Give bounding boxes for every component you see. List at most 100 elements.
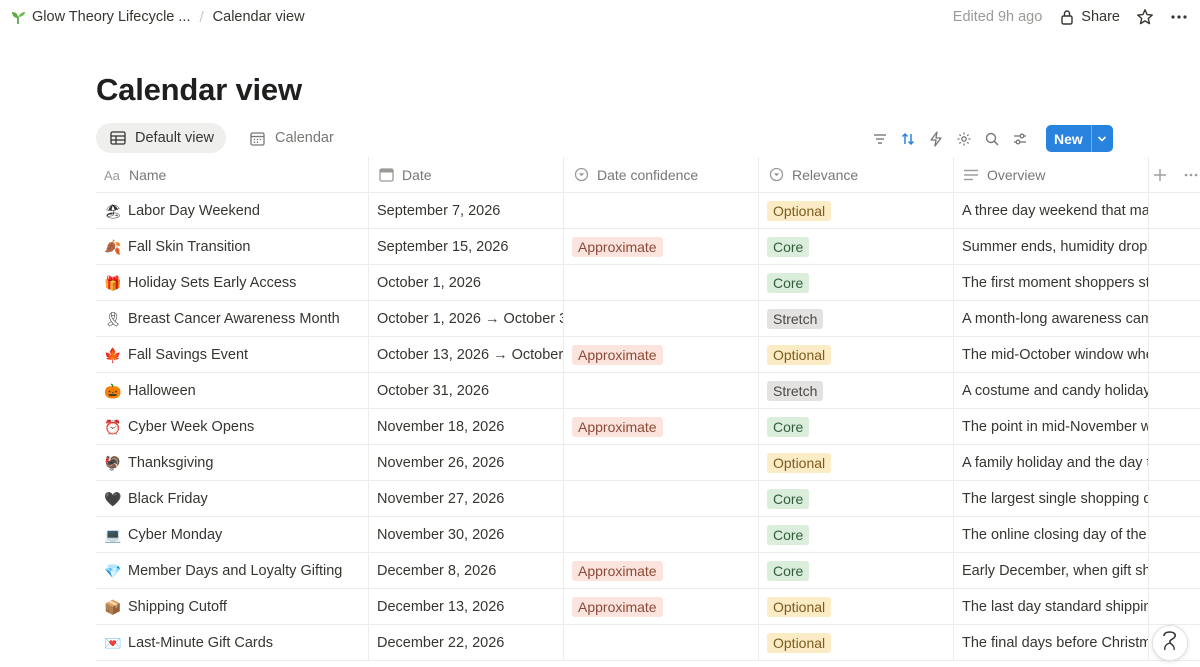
cell-date-confidence[interactable]: Approximate <box>564 409 759 444</box>
share-button[interactable]: Share <box>1058 8 1120 26</box>
table-row[interactable]: 🏖 Labor Day Weekend September 7, 2026 Optio… <box>96 193 1200 229</box>
table-row[interactable]: 🎁 Holiday Sets Early Access October 1, 202… <box>96 265 1200 301</box>
cell-name[interactable]: 🎃 Halloween <box>96 373 369 408</box>
cell-date-confidence[interactable] <box>564 481 759 516</box>
lightning-icon[interactable] <box>926 129 945 148</box>
cell-overview[interactable]: The final days before Christm <box>954 625 1149 660</box>
cell-date[interactable]: December 22, 2026 <box>369 625 564 660</box>
cell-date-confidence[interactable] <box>564 265 759 300</box>
table-row[interactable]: 🎃 Halloween October 31, 2026 Stretch A costu… <box>96 373 1200 409</box>
sort-icon[interactable] <box>898 129 917 148</box>
search-icon[interactable] <box>982 129 1001 148</box>
more-icon[interactable] <box>1183 166 1200 184</box>
cell-name[interactable]: 🦃 Thanksgiving <box>96 445 369 480</box>
table-row[interactable]: 💎 Member Days and Loyalty Gifting December… <box>96 553 1200 589</box>
filter-icon[interactable] <box>870 129 889 148</box>
cell-date-confidence[interactable] <box>564 517 759 552</box>
plus-icon[interactable] <box>1151 166 1169 184</box>
cell-relevance[interactable]: Core <box>759 229 954 264</box>
column-header-date-confidence[interactable]: Date confidence <box>564 157 759 192</box>
more-icon[interactable] <box>1170 8 1188 26</box>
cell-relevance[interactable]: Optional <box>759 445 954 480</box>
cell-date-confidence[interactable] <box>564 193 759 228</box>
cell-overview[interactable]: The last day standard shippin <box>954 589 1149 624</box>
cell-name[interactable]: ⏰ Cyber Week Opens <box>96 409 369 444</box>
cell-name[interactable]: 🏖 Labor Day Weekend <box>96 193 369 228</box>
column-header-relevance[interactable]: Relevance <box>759 157 954 192</box>
cell-date-confidence[interactable]: Approximate <box>564 337 759 372</box>
cell-date[interactable]: November 30, 2026 <box>369 517 564 552</box>
help-button[interactable] <box>1152 625 1188 661</box>
cell-relevance[interactable]: Core <box>759 553 954 588</box>
cell-overview[interactable]: Early December, when gift sho <box>954 553 1149 588</box>
cell-date-confidence[interactable]: Approximate <box>564 589 759 624</box>
table-row[interactable]: 🦃 Thanksgiving November 26, 2026 Optional A … <box>96 445 1200 481</box>
cell-relevance[interactable]: Optional <box>759 589 954 624</box>
table-row[interactable]: ⏰ Cyber Week Opens November 18, 2026 Approx… <box>96 409 1200 445</box>
cell-date[interactable]: November 27, 2026 <box>369 481 564 516</box>
cell-overview[interactable]: Summer ends, humidity drops <box>954 229 1149 264</box>
cell-date[interactable]: October 31, 2026 <box>369 373 564 408</box>
new-button-label[interactable]: New <box>1046 125 1091 152</box>
cell-name[interactable]: 🎗 Breast Cancer Awareness Month <box>96 301 369 336</box>
breadcrumb-current[interactable]: Calendar view <box>213 9 305 25</box>
cell-date[interactable]: September 7, 2026 <box>369 193 564 228</box>
cell-date-confidence[interactable] <box>564 625 759 660</box>
cell-relevance[interactable]: Optional <box>759 337 954 372</box>
cell-date-confidence[interactable]: Approximate <box>564 553 759 588</box>
sparkle-icon[interactable] <box>954 129 973 148</box>
cell-overview[interactable]: A family holiday and the day t <box>954 445 1149 480</box>
cell-name[interactable]: 💎 Member Days and Loyalty Gifting <box>96 553 369 588</box>
cell-overview[interactable]: The point in mid-November w <box>954 409 1149 444</box>
cell-name[interactable]: 📦 Shipping Cutoff <box>96 589 369 624</box>
cell-date[interactable]: November 26, 2026 <box>369 445 564 480</box>
column-header-overview[interactable]: Overview <box>954 157 1149 192</box>
tab-calendar[interactable]: Calendar <box>236 123 346 153</box>
cell-date-confidence[interactable] <box>564 301 759 336</box>
cell-name[interactable]: 💻 Cyber Monday <box>96 517 369 552</box>
chevron-down-icon[interactable] <box>1090 125 1113 152</box>
tab-default-view[interactable]: Default view <box>96 123 226 153</box>
table-row[interactable]: 💻 Cyber Monday November 30, 2026 Core The on… <box>96 517 1200 553</box>
cell-name[interactable]: 🍁 Fall Savings Event <box>96 337 369 372</box>
cell-date[interactable]: November 18, 2026 <box>369 409 564 444</box>
table-row[interactable]: 📦 Shipping Cutoff December 13, 2026 Approxi… <box>96 589 1200 625</box>
cell-relevance[interactable]: Core <box>759 481 954 516</box>
cell-relevance[interactable]: Stretch <box>759 301 954 336</box>
cell-overview[interactable]: A three day weekend that mar <box>954 193 1149 228</box>
cell-overview[interactable]: A costume and candy holiday <box>954 373 1149 408</box>
cell-date[interactable]: September 15, 2026 <box>369 229 564 264</box>
cell-date[interactable]: October 13, 2026 → October <box>369 337 564 372</box>
star-icon[interactable] <box>1136 8 1154 26</box>
cell-date-confidence[interactable] <box>564 373 759 408</box>
cell-relevance[interactable]: Core <box>759 517 954 552</box>
column-header-name[interactable]: Aa Name <box>96 157 369 192</box>
breadcrumb-parent[interactable]: Glow Theory Lifecycle ... <box>32 9 191 25</box>
cell-date[interactable]: December 8, 2026 <box>369 553 564 588</box>
cell-date[interactable]: October 1, 2026 → October 3 <box>369 301 564 336</box>
cell-date[interactable]: October 1, 2026 <box>369 265 564 300</box>
cell-relevance[interactable]: Optional <box>759 193 954 228</box>
table-row[interactable]: 🍂 Fall Skin Transition September 15, 2026 A… <box>96 229 1200 265</box>
cell-overview[interactable]: The largest single shopping d <box>954 481 1149 516</box>
table-row[interactable]: 🎗 Breast Cancer Awareness Month October 1,… <box>96 301 1200 337</box>
settings-sliders-icon[interactable] <box>1010 129 1029 148</box>
cell-date-confidence[interactable]: Approximate <box>564 229 759 264</box>
cell-relevance[interactable]: Core <box>759 265 954 300</box>
table-row[interactable]: 🍁 Fall Savings Event October 13, 2026 → Oc… <box>96 337 1200 373</box>
cell-relevance[interactable]: Core <box>759 409 954 444</box>
cell-relevance[interactable]: Stretch <box>759 373 954 408</box>
cell-overview[interactable]: The first moment shoppers sta <box>954 265 1149 300</box>
cell-name[interactable]: 🍂 Fall Skin Transition <box>96 229 369 264</box>
cell-name[interactable]: 🖤 Black Friday <box>96 481 369 516</box>
cell-name[interactable]: 💌 Last-Minute Gift Cards <box>96 625 369 660</box>
table-row[interactable]: 🖤 Black Friday November 27, 2026 Core The la… <box>96 481 1200 517</box>
column-header-date[interactable]: Date <box>369 157 564 192</box>
table-row[interactable]: 💌 Last-Minute Gift Cards December 22, 2026… <box>96 625 1200 661</box>
cell-overview[interactable]: The online closing day of the <box>954 517 1149 552</box>
new-button[interactable]: New <box>1046 125 1113 152</box>
cell-overview[interactable]: The mid-October window whe <box>954 337 1149 372</box>
cell-relevance[interactable]: Optional <box>759 625 954 660</box>
cell-name[interactable]: 🎁 Holiday Sets Early Access <box>96 265 369 300</box>
cell-date-confidence[interactable] <box>564 445 759 480</box>
